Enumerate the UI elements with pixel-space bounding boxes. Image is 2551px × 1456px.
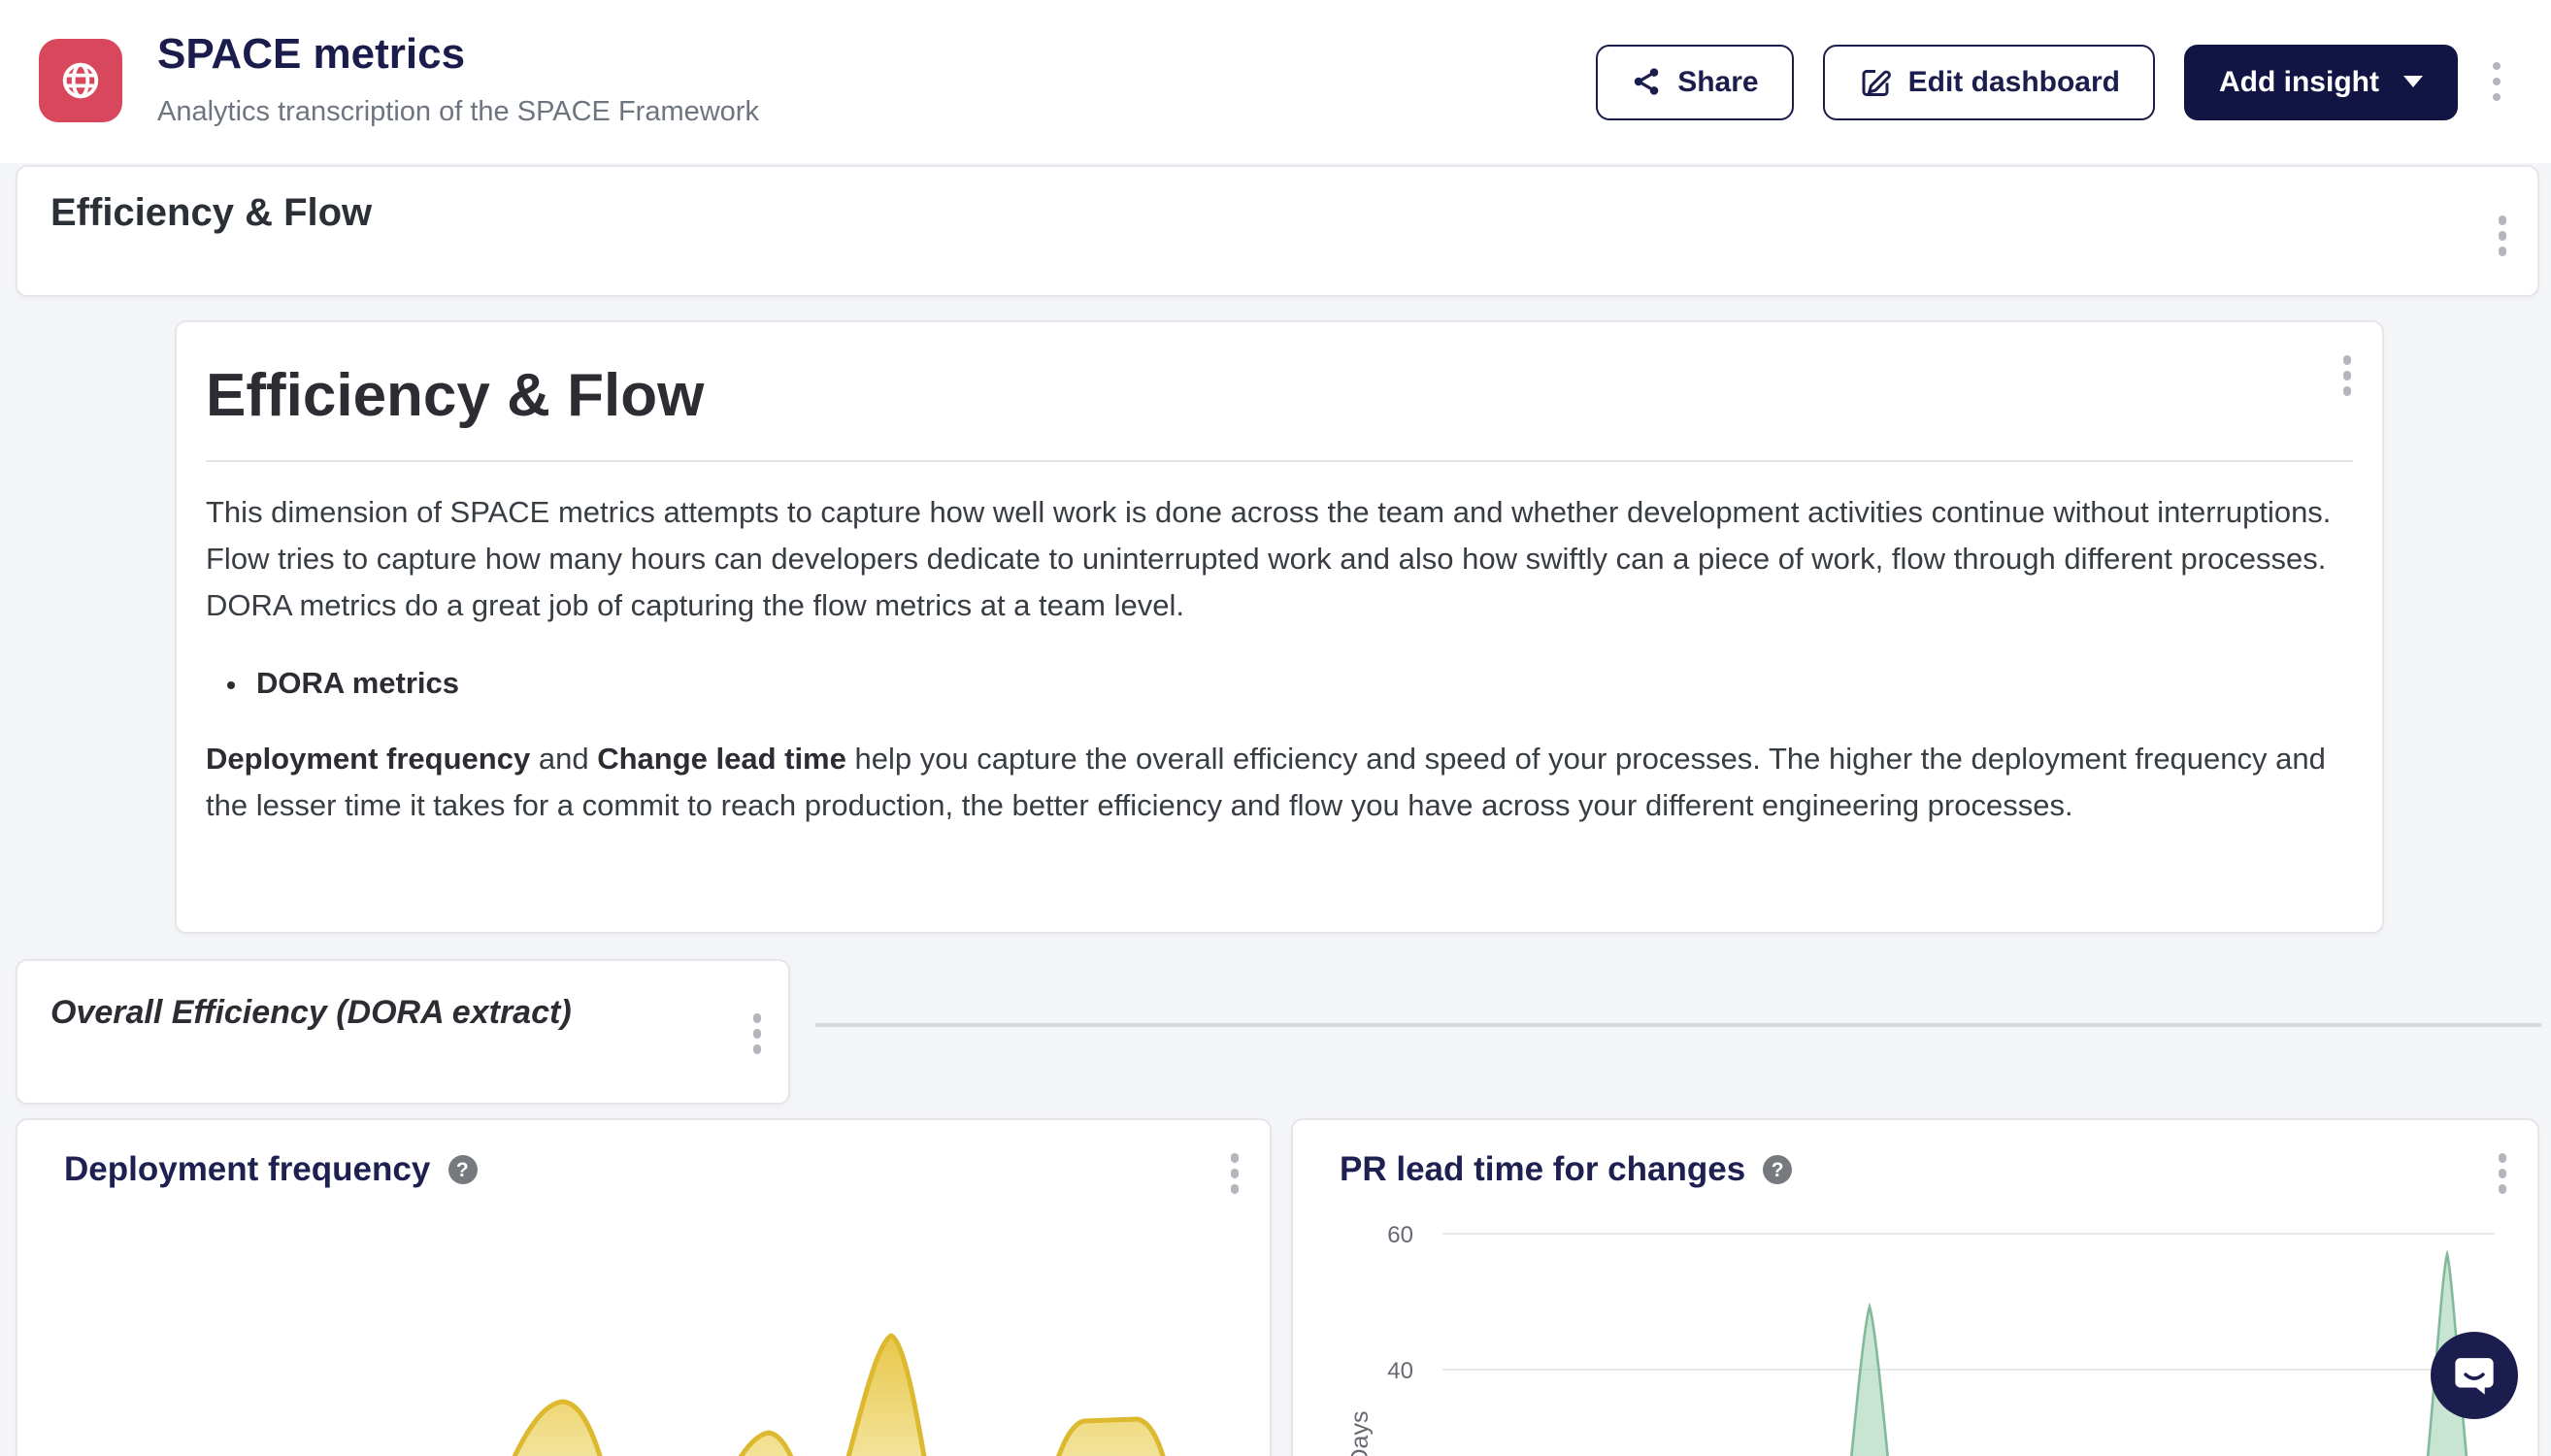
- edit-icon: [1858, 64, 1893, 99]
- overall-card-more-menu[interactable]: [746, 1008, 767, 1059]
- pr-lead-time-area-chart: [1293, 1120, 2539, 1456]
- overall-efficiency-card: Overall Efficiency (DORA extract): [16, 959, 790, 1105]
- share-button-label: Share: [1677, 65, 1758, 98]
- add-insight-button-label: Add insight: [2219, 65, 2379, 98]
- edit-dashboard-button[interactable]: Edit dashboard: [1823, 44, 2155, 119]
- bold-deployment-frequency: Deployment frequency: [206, 744, 530, 777]
- dashboard-header: SPACE metrics Analytics transcription of…: [0, 0, 2551, 163]
- help-icon[interactable]: ?: [447, 1155, 477, 1184]
- page-title: SPACE metrics: [157, 29, 465, 80]
- add-insight-button[interactable]: Add insight: [2184, 44, 2457, 119]
- text-card-paragraph-2: Deployment frequency and Change lead tim…: [206, 738, 2353, 831]
- header-more-menu[interactable]: [2486, 56, 2506, 108]
- text-card-divider: [206, 460, 2353, 462]
- deployment-frequency-area-chart: [17, 1279, 1272, 1456]
- deployment-frequency-card: Deployment frequency ?: [16, 1118, 1272, 1456]
- deployment-frequency-title: Deployment frequency: [64, 1149, 430, 1190]
- section-card-efficiency-flow: Efficiency & Flow: [16, 165, 2539, 297]
- pr-lead-time-card: PR lead time for changes ? 60 40 Days: [1291, 1118, 2539, 1456]
- chat-button[interactable]: [2431, 1332, 2518, 1419]
- chevron-down-icon: [2402, 76, 2422, 87]
- text-card-paragraph-1: This dimension of SPACE metrics attempts…: [206, 491, 2353, 631]
- page-subtitle: Analytics transcription of the SPACE Fra…: [157, 97, 759, 128]
- text-card-efficiency-flow: Efficiency & Flow This dimension of SPAC…: [175, 320, 2384, 934]
- text-card-bullet-list: DORA metrics: [206, 662, 2353, 709]
- section-title: Efficiency & Flow: [50, 192, 2504, 237]
- header-actions: Share Edit dashboard Add insight: [1596, 43, 2506, 120]
- edit-dashboard-button-label: Edit dashboard: [1908, 65, 2120, 98]
- share-icon: [1631, 66, 1662, 97]
- text-card-title: Efficiency & Flow: [206, 361, 2353, 431]
- dashboard-page: SPACE metrics Analytics transcription of…: [0, 0, 2551, 1456]
- chat-bubble-icon: [2450, 1351, 2499, 1400]
- row-divider-line: [815, 1023, 2541, 1027]
- section-more-menu[interactable]: [2492, 210, 2512, 261]
- share-button[interactable]: Share: [1596, 44, 1793, 119]
- dashboard-app-icon: [39, 39, 122, 122]
- text-card-more-menu[interactable]: [2336, 349, 2357, 401]
- overall-efficiency-title: Overall Efficiency (DORA extract): [50, 994, 755, 1033]
- bold-change-lead-time: Change lead time: [597, 744, 846, 777]
- bullet-dora-metrics: DORA metrics: [256, 662, 2353, 709]
- globe-icon: [58, 58, 103, 103]
- deployment-card-more-menu[interactable]: [1224, 1147, 1244, 1199]
